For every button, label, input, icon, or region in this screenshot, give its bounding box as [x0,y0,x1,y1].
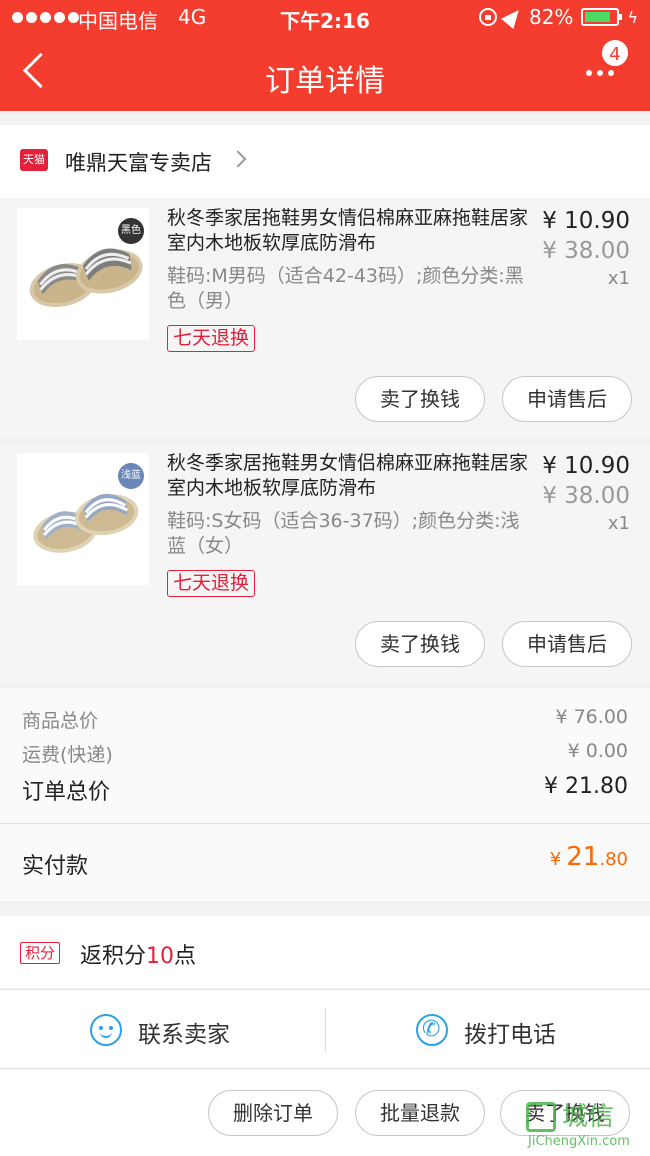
shipping-value: ¥ 0.00 [567,740,628,762]
battery-icon [581,8,623,26]
sell-button[interactable]: 卖了换钱 [355,621,485,667]
orientation-lock-icon [478,8,497,26]
paid-amount: ¥ 21.80 [550,842,628,872]
paid-integer: 21 [566,842,600,872]
batch-refund-button[interactable]: 批量退款 [355,1090,485,1136]
item-price: ¥ 10.90 [542,208,630,234]
color-badge: 浅蓝 [118,463,144,489]
paid-decimal: .80 [599,849,628,870]
original-price: ¥ 38.00 [542,238,630,264]
product-image[interactable]: 黑色 [17,208,149,340]
after-sale-button[interactable]: 申请售后 [502,376,632,422]
paid-currency: ¥ [549,849,562,870]
color-badge: 黑色 [118,218,144,244]
order-total-label: 订单总价 [22,780,111,805]
order-item[interactable]: 黑色 秋冬季家居拖鞋男女情侣棉麻亚麻拖鞋居家室内木地板软厚底防滑布 鞋码:M男码… [0,198,650,438]
charging-icon: ϟ [627,7,638,27]
more-icon [586,70,614,76]
store-name: 唯鼎天富专卖店 [65,151,212,175]
product-spec: 鞋码:S女码（适合36-37码）;颜色分类:浅蓝（女） [167,510,520,557]
call-button[interactable]: 拨打电话 [326,990,650,1070]
delete-order-button[interactable]: 删除订单 [208,1090,338,1136]
points-text: 返积分10点 [80,938,196,970]
watermark-url: JiChengXin.com [528,1134,630,1149]
product-title: 秋冬季家居拖鞋男女情侣棉麻亚麻拖鞋居家室内木地板软厚底防滑布 [167,207,529,254]
message-badge: 4 [600,38,630,68]
item-quantity: x1 [607,268,630,289]
page-title: 订单详情 [265,64,385,99]
return-policy-tag: 七天退换 [167,570,256,597]
goods-total-label: 商品总价 [22,710,99,732]
tmall-logo-icon: 天猫 [20,149,48,171]
watermark-text: 城信 [562,1102,615,1132]
points-value: 10 [146,944,175,969]
price-summary: 商品总价 ¥ 76.00 运费(快递) ¥ 0.00 订单总价 ¥ 21.80 [0,688,650,823]
top-bar: 中国电信 4G 下午2:16 82% ϟ 订单详情 4 [0,0,650,111]
original-price: ¥ 38.00 [542,483,630,509]
product-title: 秋冬季家居拖鞋男女情侣棉麻亚麻拖鞋居家室内木地板软厚底防滑布 [167,452,529,499]
chat-smile-icon [90,1014,122,1046]
goods-total-value: ¥ 76.00 [555,706,628,728]
call-label: 拨打电话 [464,1022,556,1048]
watermark: 城信 JiChengXin.com [526,1102,644,1152]
chevron-right-icon [229,150,247,168]
paid-label: 实付款 [22,854,89,879]
product-image[interactable]: 浅蓝 [17,453,149,585]
contact-bar: 联系卖家 拨打电话 [0,989,650,1069]
more-button[interactable]: 4 [582,38,630,92]
location-icon [501,4,525,30]
order-item[interactable]: 浅蓝 秋冬季家居拖鞋男女情侣棉麻亚麻拖鞋居家室内木地板软厚底防滑布 鞋码:S女码… [0,443,650,683]
footer-actions: 删除订单 批量退款 卖了换钱 城信 JiChengXin.com [0,1070,650,1156]
contact-seller-button[interactable]: 联系卖家 [0,990,325,1070]
return-policy-tag: 七天退换 [167,325,256,352]
order-total-value: ¥ 21.80 [544,774,628,799]
watermark-logo-icon [526,1102,556,1132]
shipping-label: 运费(快递) [22,744,113,766]
item-price: ¥ 10.90 [542,453,630,479]
phone-icon [416,1014,448,1046]
store-row[interactable]: 天猫 唯鼎天富专卖店 [0,125,650,198]
product-spec: 鞋码:M男码（适合42-43码）;颜色分类:黑色（男） [167,265,524,312]
item-quantity: x1 [607,513,630,534]
points-tag: 积分 [20,942,61,964]
battery-percent: 82% [528,5,574,29]
points-unit: 点 [174,944,197,969]
after-sale-button[interactable]: 申请售后 [502,621,632,667]
points-row: 积分 返积分10点 [0,916,650,988]
paid-row: 实付款 ¥ 21.80 [0,823,650,901]
contact-seller-label: 联系卖家 [138,1022,230,1048]
sell-button[interactable]: 卖了换钱 [355,376,485,422]
points-prefix: 返积分 [80,944,147,969]
status-bar: 中国电信 4G 下午2:16 82% ϟ [0,0,650,36]
